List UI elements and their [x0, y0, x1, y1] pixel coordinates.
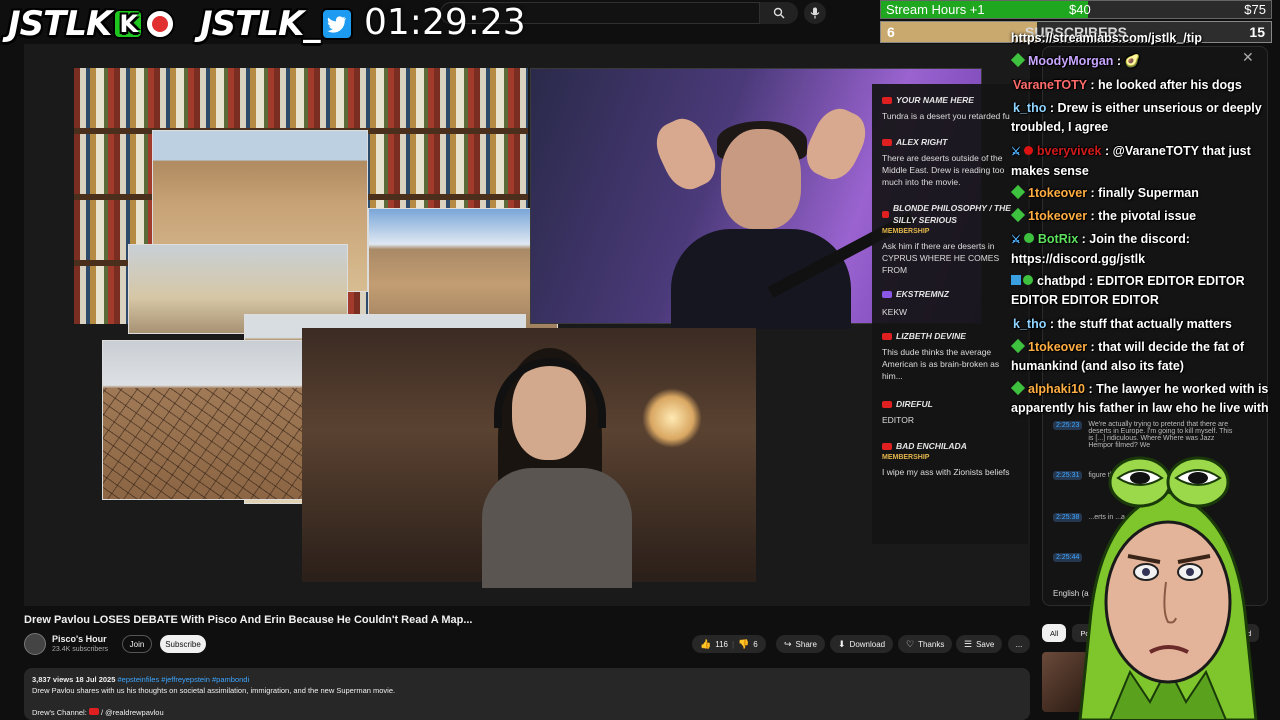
twitter-icon	[321, 8, 354, 40]
dislike-count[interactable]: 6	[753, 640, 757, 649]
video-chat-message: BAD ENCHILADA MEMBERSHIP I wipe my ass w…	[882, 441, 1010, 477]
verified-icon	[1023, 233, 1034, 243]
chat-message: 1tokeover : the pivotal issue	[1010, 207, 1273, 226]
youtube-icon	[882, 138, 892, 146]
sword-icon: ⚔	[1011, 234, 1021, 246]
video-description[interactable]: 3,837 views 18 Jul 2025 #epsteinfiles #j…	[24, 668, 1030, 720]
download-icon: ⬇	[838, 638, 846, 649]
hashtags[interactable]: #epsteinfiles #jeffreyepstein #pambondi	[118, 675, 250, 684]
thanks-icon: ♡	[906, 638, 915, 649]
diamond-icon	[1010, 52, 1026, 68]
chat-message: MoodyMorgan : 🥑	[1010, 52, 1273, 71]
diamond-icon	[1010, 380, 1026, 396]
chat-message: alphaki10 : The lawyer he worked with is…	[1010, 380, 1269, 415]
description-text: Drew Pavlou shares with us his thoughts …	[32, 686, 396, 695]
chat-message: 1tokeover : that will decide the fat of …	[1010, 338, 1245, 373]
thumbs-down-icon[interactable]: 👎	[738, 639, 749, 650]
save-icon: ☰	[964, 638, 973, 649]
red-badge-icon	[1023, 146, 1033, 155]
brand-text: JSTLK	[8, 4, 112, 44]
search-icon	[773, 7, 785, 19]
youtube-icon	[88, 708, 99, 715]
goal-target: $75	[1244, 2, 1266, 17]
mic-icon	[810, 7, 820, 19]
join-button[interactable]: Join	[122, 635, 152, 653]
video-title: Drew Pavlou LOSES DEBATE With Pisco And …	[24, 614, 473, 626]
video-chat-message: LIZBETH DEVINE This dude thinks the aver…	[882, 331, 1000, 381]
diamond-icon	[1010, 207, 1026, 223]
screen: YOUR NAME HERE Tundra is a desert you re…	[0, 0, 1280, 720]
goal-target: 15	[1249, 24, 1265, 40]
video-chat-message: ALEX RIGHT There are deserts outside of …	[882, 137, 1005, 187]
goal-stream-hours: Stream Hours +1 $40 $75	[880, 0, 1272, 19]
brand-text: JSTLK_	[200, 4, 320, 44]
channel-name[interactable]: Pisco's Hour	[52, 634, 107, 644]
view-count-date: 3,837 views 18 Jul 2025	[32, 675, 116, 684]
youtube-icon	[882, 96, 892, 104]
like-count[interactable]: 116	[715, 640, 728, 649]
avatar[interactable]	[24, 633, 46, 655]
cube-icon	[1011, 275, 1021, 285]
record-icon	[145, 9, 176, 39]
video-embedded-chat: YOUR NAME HERE Tundra is a desert you re…	[872, 84, 1028, 544]
chat-message: 1tokeover : finally Superman	[1010, 184, 1273, 203]
chat-message: chatbpd : EDITOR EDITOR EDITOR EDITOR ED…	[1011, 274, 1245, 307]
download-button[interactable]: ⬇ Download	[830, 635, 894, 653]
goal-label: Stream Hours +1	[886, 2, 985, 17]
chip-all[interactable]: All	[1042, 624, 1067, 642]
youtube-icon	[882, 332, 892, 340]
subscribe-button[interactable]: Subscribe	[160, 635, 206, 653]
chat-message: k_tho : the stuff that actually matters	[1013, 317, 1232, 331]
video-chat-message: DIREFUL EDITOR	[882, 399, 933, 425]
save-button[interactable]: ☰ Save	[956, 635, 1003, 653]
youtube-icon	[882, 210, 889, 218]
badge-icon	[1023, 275, 1033, 285]
video-chat-message: BLONDE PHILOSOPHY / THE SILLY SERIOUS ME…	[882, 203, 1011, 275]
goal-current: 6	[887, 24, 895, 40]
channel-brand-twitter: JSTLK_	[200, 4, 354, 44]
video-chat-message: YOUR NAME HERE Tundra is a desert you re…	[882, 95, 1010, 121]
chat-message: VaraneTOTY : he looked after his dogs	[1013, 78, 1242, 92]
subscriber-count: 23.4K subscribers	[52, 646, 109, 653]
youtube-icon	[882, 442, 892, 450]
guest-webcam	[302, 328, 756, 588]
diamond-icon	[1010, 184, 1026, 200]
thanks-button[interactable]: ♡ Thanks	[898, 635, 953, 653]
transcript-segment[interactable]: 2:25:23 We're actually trying to pretend …	[1053, 421, 1253, 449]
voice-search-button[interactable]	[804, 2, 826, 24]
stream-timer: 01:29:23	[364, 2, 526, 43]
channel-link[interactable]: / @realdrewpavlou	[101, 708, 164, 717]
video-chat-message: EKSTREMNZ KEKW	[882, 289, 949, 317]
share-button[interactable]: ↪ Share	[776, 635, 825, 653]
channel-brand-kick: JSTLK K	[8, 4, 176, 44]
share-icon: ↪	[784, 638, 792, 649]
tip-url: https://streamlabs.com/jstlk_/tip	[1011, 31, 1203, 45]
kermit-avatar	[1078, 456, 1258, 720]
goal-current: $40	[1069, 2, 1091, 17]
like-dislike-group: 👍 116 | 👎 6	[692, 635, 766, 653]
video-player[interactable]: YOUR NAME HERE Tundra is a desert you re…	[24, 44, 1030, 606]
chat-message: ⚔ BotRix : Join the discord: https://disc…	[1011, 232, 1190, 266]
diamond-icon	[1010, 338, 1026, 354]
youtube-icon	[882, 400, 892, 408]
thumbs-up-icon[interactable]: 👍	[700, 639, 711, 650]
channel-link-label: Drew's Channel:	[32, 708, 87, 717]
twitch-icon	[882, 290, 892, 298]
streamer-figure	[648, 99, 915, 329]
chat-message: ⚔ bveryvivek : @VaraneTOTY that just make…	[1011, 144, 1251, 178]
search-button[interactable]	[760, 2, 798, 24]
chat-message: k_tho : Drew is either unserious or deep…	[1011, 101, 1262, 134]
sword-icon: ⚔	[1011, 146, 1021, 158]
more-actions-button[interactable]: ...	[1008, 635, 1030, 653]
kick-icon: K	[113, 9, 144, 39]
